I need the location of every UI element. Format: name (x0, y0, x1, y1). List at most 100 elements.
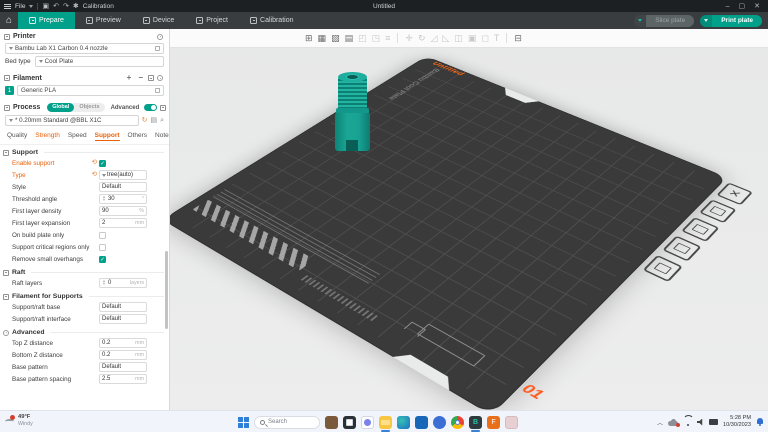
tab-others[interactable]: Others (128, 132, 148, 141)
tab-calibration[interactable]: Calibration (239, 12, 304, 29)
chrome-icon[interactable] (451, 416, 464, 429)
file-menu[interactable]: File (15, 3, 25, 10)
start-button[interactable] (238, 417, 249, 428)
support-icon (3, 150, 9, 156)
sync-filament-icon[interactable] (148, 75, 154, 81)
scope-objects-pill[interactable]: Objects (74, 103, 104, 112)
tab-prepare[interactable]: Prepare (18, 12, 75, 29)
tab-speed[interactable]: Speed (68, 132, 87, 141)
tab-quality[interactable]: Quality (7, 132, 27, 141)
spinner-arrows-icon[interactable]: ▲▼ (102, 280, 106, 285)
filament-preset-select[interactable]: Generic PLA (17, 85, 164, 96)
bottom-z-distance-input[interactable]: 0.2mm (99, 350, 147, 360)
undo-icon[interactable]: ↶ (53, 3, 59, 10)
spinner-arrows-icon[interactable]: ▲▼ (102, 196, 106, 201)
param-row-top-z-distance: Top Z distance 0.2mm (0, 337, 169, 349)
rename-plate-icon[interactable] (643, 255, 683, 282)
printer-edit-icon[interactable] (155, 46, 160, 51)
enable-support-checkbox[interactable] (99, 160, 106, 167)
plate-settings-icon[interactable] (699, 199, 737, 223)
undo-value-icon[interactable]: ⟲ (92, 172, 97, 179)
redo-icon[interactable]: ↷ (63, 3, 69, 10)
tray-overflow-icon[interactable]: ︿ (657, 418, 663, 427)
tab-notes[interactable]: Notes (155, 132, 170, 141)
gray-app-icon[interactable] (505, 416, 518, 429)
home-icon[interactable]: ⌂ (0, 12, 18, 29)
sidebar-scrollbar[interactable] (165, 251, 168, 329)
save-icon[interactable]: ▣ (42, 3, 49, 10)
undo-value-icon[interactable]: ⟲ (92, 160, 97, 167)
bambu-studio-icon[interactable]: B (469, 416, 482, 429)
clock[interactable]: 5:28 PM 10/30/2023 (723, 415, 751, 428)
param-row-style: Style Default (0, 181, 169, 193)
slice-dropdown-icon[interactable] (634, 15, 646, 27)
delete-plate-icon[interactable]: ✕ (716, 182, 753, 205)
chevron-down-icon[interactable] (29, 5, 33, 8)
edge-browser-icon[interactable] (397, 416, 410, 429)
hamburger-menu-icon[interactable] (4, 4, 11, 9)
print-dropdown-icon[interactable] (700, 15, 712, 27)
weather-widget[interactable]: 49°F Windy (5, 414, 33, 427)
compare-preset-icon[interactable] (160, 105, 166, 111)
arrange-plate-icon[interactable] (662, 236, 701, 262)
tab-preview[interactable]: Preview (75, 12, 132, 29)
support-raft-base-select[interactable]: Default (99, 302, 147, 312)
close-icon[interactable]: ✕ (754, 3, 760, 10)
printer-settings-icon[interactable] (157, 34, 163, 40)
top-z-distance-input[interactable]: 0.2mm (99, 338, 147, 348)
build-scene[interactable]: Untitled Bambu Cool Plate 01 ✕ (170, 29, 768, 410)
notifications-bell-icon[interactable] (756, 418, 764, 426)
search-params-icon[interactable]: ⌕ (160, 117, 164, 124)
bed-type-select[interactable]: Cool Plate (35, 56, 164, 67)
outlook-icon[interactable] (415, 416, 428, 429)
process-preset-select[interactable]: * 0.20mm Standard @BBL X1C (5, 115, 139, 126)
model-threaded-part[interactable] (333, 70, 372, 152)
calibration-gear-icon[interactable]: ✱ (73, 3, 79, 10)
support-style-select[interactable]: Default (99, 182, 147, 192)
tab-device[interactable]: Device (132, 12, 185, 29)
first-layer-expansion-input[interactable]: 2 mm (99, 218, 147, 228)
maximize-icon[interactable]: ▢ (739, 3, 746, 10)
task-view-icon[interactable] (343, 416, 356, 429)
lock-plate-icon[interactable] (681, 217, 720, 242)
first-layer-density-input[interactable]: 90 % (99, 206, 147, 216)
widgets-icon[interactable] (325, 416, 338, 429)
add-filament-button[interactable]: + (125, 74, 134, 82)
scope-global-pill[interactable]: Global (47, 103, 74, 112)
tab-project[interactable]: Project (185, 12, 239, 29)
wifi-icon[interactable] (683, 419, 692, 426)
chat-icon[interactable] (361, 416, 374, 429)
print-plate-button[interactable]: Print plate (700, 15, 762, 27)
build-plate[interactable]: Untitled Bambu Cool Plate 01 ✕ (170, 57, 726, 410)
base-pattern-select[interactable]: Default (99, 362, 147, 372)
remove-small-overhangs-checkbox[interactable] (99, 256, 106, 263)
reset-preset-icon[interactable]: ↻ (142, 117, 148, 124)
remove-filament-button[interactable]: − (136, 74, 145, 82)
filament-settings-icon[interactable] (157, 75, 163, 81)
orange-app-icon[interactable]: F (487, 416, 500, 429)
tab-strength[interactable]: Strength (35, 132, 60, 141)
calibration-icon (250, 17, 257, 24)
base-pattern-spacing-input[interactable]: 2.5mm (99, 374, 147, 384)
threshold-angle-spinner[interactable]: ▲▼ 30 ° (99, 194, 147, 204)
calibration-menu[interactable]: Calibration (83, 3, 114, 10)
keyboard-layout-icon[interactable] (709, 419, 718, 425)
taskbar-search[interactable]: Search (254, 416, 320, 429)
printer-preset-select[interactable]: Bambu Lab X1 Carbon 0.4 nozzle (5, 43, 164, 54)
filament-edit-icon[interactable] (155, 88, 160, 93)
raft-layers-spinner[interactable]: ▲▼ 0 layers (99, 278, 147, 288)
support-raft-interface-select[interactable]: Default (99, 314, 147, 324)
tab-support[interactable]: Support (95, 132, 120, 141)
file-explorer-icon[interactable] (379, 416, 392, 429)
slice-plate-button[interactable]: Slice plate (634, 15, 694, 27)
volume-icon[interactable] (697, 419, 704, 426)
onedrive-icon[interactable] (668, 419, 678, 426)
save-preset-icon[interactable]: ▤ (150, 117, 157, 124)
teams-icon[interactable] (433, 416, 446, 429)
advanced-toggle[interactable] (144, 104, 157, 111)
on-build-plate-only-checkbox[interactable] (99, 232, 106, 239)
minimize-icon[interactable]: – (726, 3, 730, 10)
support-critical-regions-checkbox[interactable] (99, 244, 106, 251)
support-type-select[interactable]: tree(auto) (99, 170, 147, 180)
viewport-3d[interactable]: ⊞ ▦ ▧ ▤ ◰ ◳ ≡ ✛ ↻ ◿ ◺ ◫ ▣ ◻ T ⊟ (170, 29, 768, 410)
